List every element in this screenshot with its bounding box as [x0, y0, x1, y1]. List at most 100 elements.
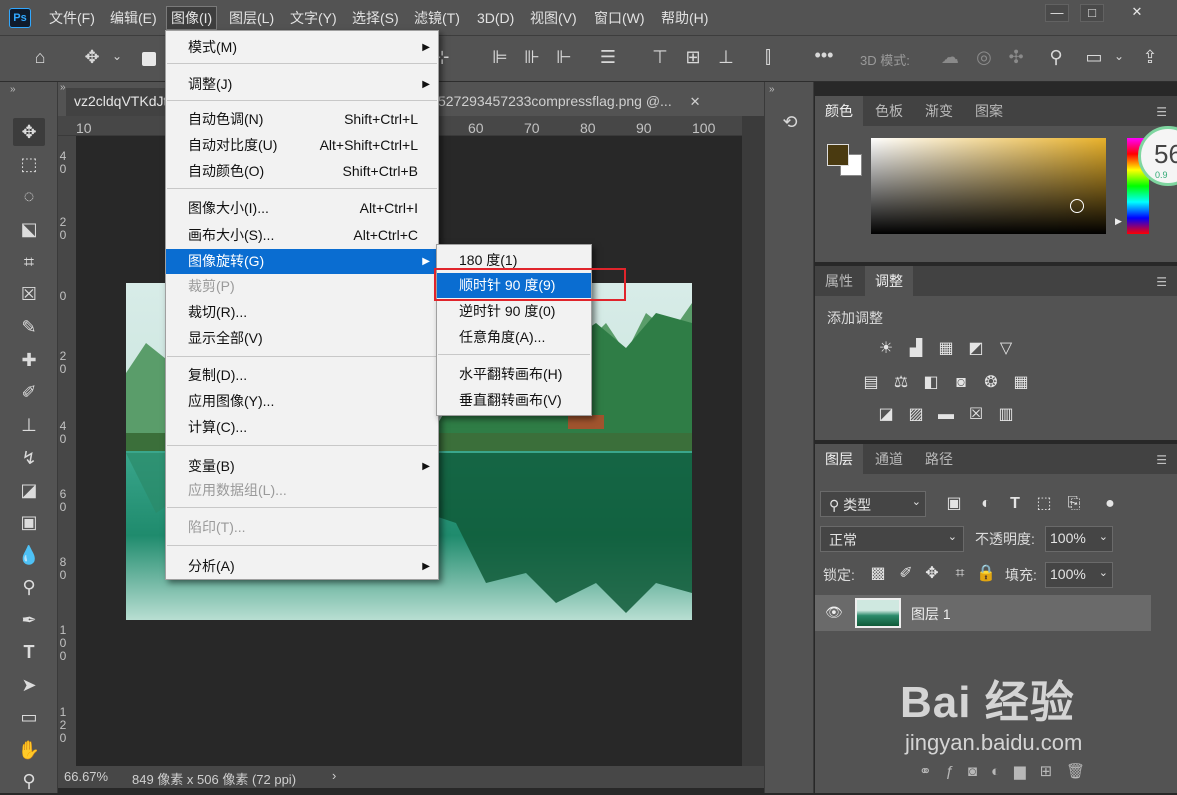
type-tool[interactable]: T [13, 638, 45, 666]
zoom-tool[interactable]: ⚲ [13, 767, 45, 795]
menu-adjust[interactable]: 调整(J) ▶ [166, 72, 438, 97]
color-picker-cursor[interactable] [1070, 199, 1084, 213]
path-select-tool[interactable]: ➤ [13, 671, 45, 699]
menu-trim[interactable]: 裁切(R)... [166, 300, 438, 325]
menu-duplicate[interactable]: 复制(D)... [166, 363, 438, 388]
foreground-swatch[interactable] [827, 144, 849, 166]
tab-swatches[interactable]: 色板 [865, 96, 913, 126]
document-tab-active[interactable]: vz2cldqVTKdJt [66, 88, 176, 116]
threshold-icon[interactable]: ▬ [935, 404, 957, 426]
zoom-level[interactable]: 66.67% [64, 769, 108, 784]
selective-color-icon[interactable]: ☒ [965, 404, 987, 426]
menu-canvas-size[interactable]: 画布大小(S)... Alt+Ctrl+C [166, 223, 438, 248]
posterize-icon[interactable]: ▨ [905, 404, 927, 426]
invert-icon[interactable]: ◪ [875, 404, 897, 426]
menu-filter[interactable]: 滤镜(T) [410, 6, 464, 30]
tab-paths[interactable]: 路径 [915, 444, 963, 474]
gradient-map-icon[interactable]: ▥ [995, 404, 1017, 426]
hue-icon[interactable]: ▤ [860, 372, 882, 394]
tab-color[interactable]: 颜色 [815, 96, 863, 126]
delete-icon[interactable]: 🗑 [1066, 763, 1099, 780]
object-select-tool[interactable]: ⬕ [13, 215, 45, 243]
visibility-eye-icon[interactable]: 👁 [825, 604, 843, 621]
flip-vertical[interactable]: 垂直翻转画布(V) [437, 388, 591, 413]
layer-name[interactable]: 图层 1 [911, 604, 951, 624]
marquee-tool[interactable]: ⬚ [13, 150, 45, 178]
tab-close-icon[interactable]: ✕ [690, 94, 701, 109]
menu-image[interactable]: 图像(I) [166, 6, 218, 30]
menu-analysis[interactable]: 分析(A) ▶ [166, 554, 438, 579]
more-icon[interactable]: ••• [812, 45, 836, 66]
blur-tool[interactable]: 💧 [13, 541, 45, 569]
lock-paint-icon[interactable]: ✐ [895, 563, 917, 585]
photo-filter-icon[interactable]: ◙ [950, 372, 972, 394]
document-tab[interactable]: 527293457233compressflag.png @... ✕ [438, 88, 706, 116]
collapse-icon[interactable]: » [769, 84, 775, 95]
color-lookup-icon[interactable]: ▦ [1010, 372, 1032, 394]
fill-field[interactable]: 100% ⌄ [1045, 562, 1113, 588]
brightness-icon[interactable]: ☀ [875, 338, 897, 360]
menu-auto-contrast[interactable]: 自动对比度(U) Alt+Shift+Ctrl+L [166, 133, 438, 158]
menu-edit[interactable]: 编辑(E) [106, 6, 161, 30]
levels-icon[interactable]: ▟ [905, 338, 927, 360]
slider-handle-icon[interactable]: ▶ [1115, 216, 1122, 227]
move-tool-icon[interactable]: ✥ [80, 47, 104, 68]
filter-type-icon[interactable]: T [1004, 493, 1026, 515]
workspace-icon[interactable]: ▭ [1082, 47, 1106, 68]
align-bottom-icon[interactable]: ⊥ [716, 47, 736, 68]
pen-tool[interactable]: ✒ [13, 606, 45, 634]
panel-menu-icon[interactable]: ☰ [1156, 453, 1167, 467]
home-icon[interactable]: ⌂ [28, 47, 52, 68]
new-layer-icon[interactable]: ⊞ [1040, 763, 1067, 780]
auto-select-checkbox[interactable] [142, 52, 156, 66]
filter-pixel-icon[interactable]: ▣ [943, 493, 965, 515]
rotate-arbitrary[interactable]: 任意角度(A)... [437, 325, 591, 350]
menu-calculations[interactable]: 计算(C)... [166, 415, 438, 440]
layer-row[interactable]: 👁 图层 1 [815, 595, 1151, 631]
eraser-tool[interactable]: ◪ [13, 476, 45, 504]
lock-all-icon[interactable]: 🔒 [975, 563, 997, 585]
move-tool[interactable]: ✥ [13, 118, 45, 146]
gradient-tool[interactable]: ▣ [13, 508, 45, 536]
search-icon[interactable]: ⚲ [1044, 47, 1068, 68]
menu-layer[interactable]: 图层(L) [225, 6, 278, 30]
menu-window[interactable]: 窗口(W) [590, 6, 649, 30]
curves-icon[interactable]: ▦ [935, 338, 957, 360]
menu-reveal-all[interactable]: 显示全部(V) [166, 326, 438, 351]
minimize-button[interactable]: — [1045, 4, 1069, 22]
history-icon[interactable]: ⟲ [778, 112, 802, 136]
filter-shape-icon[interactable]: ⬚ [1033, 493, 1055, 515]
align-left-icon[interactable]: ⊫ [490, 47, 510, 68]
lock-transparent-icon[interactable]: ▩ [867, 563, 889, 585]
opacity-field[interactable]: 100% ⌄ [1045, 526, 1113, 552]
menu-auto-tone[interactable]: 自动色调(N) Shift+Ctrl+L [166, 107, 438, 132]
menu-file[interactable]: 文件(F) [45, 6, 99, 30]
tab-channels[interactable]: 通道 [865, 444, 913, 474]
history-brush-tool[interactable]: ↯ [13, 444, 45, 472]
collapse-icon[interactable]: » [60, 82, 66, 93]
fx-icon[interactable]: ƒ [946, 763, 968, 780]
mask-icon[interactable]: ◙ [968, 763, 991, 780]
exposure-icon[interactable]: ◩ [965, 338, 987, 360]
maximize-button[interactable]: □ [1080, 4, 1104, 22]
menu-mode[interactable]: 模式(M) ▶ [166, 35, 438, 60]
tab-properties[interactable]: 属性 [815, 266, 863, 296]
close-button[interactable]: ✕ [1125, 4, 1149, 22]
workspace-chevron-icon[interactable]: ⌄ [1112, 49, 1126, 63]
menu-help[interactable]: 帮助(H) [657, 6, 712, 30]
panel-menu-icon[interactable]: ☰ [1156, 275, 1167, 289]
tab-adjustments[interactable]: 调整 [865, 266, 913, 296]
healing-brush-tool[interactable]: ✚ [13, 346, 45, 374]
filter-adjust-icon[interactable]: ◐ [975, 493, 997, 515]
eyedropper-tool[interactable]: ✎ [13, 313, 45, 341]
vibrance-icon[interactable]: ▽ [995, 338, 1017, 360]
lock-artboard-icon[interactable]: ⌗ [949, 563, 971, 585]
blend-mode-dropdown[interactable]: 正常 ⌄ [820, 526, 964, 552]
menu-image-rotation[interactable]: 图像旋转(G) ▶ [166, 249, 438, 274]
menu-3d[interactable]: 3D(D) [473, 6, 518, 30]
filter-smart-icon[interactable]: ⎘ [1063, 493, 1085, 515]
lasso-tool[interactable]: ◌ [13, 182, 45, 210]
group-icon[interactable]: ▆ [1014, 763, 1040, 780]
menu-auto-color[interactable]: 自动颜色(O) Shift+Ctrl+B [166, 159, 438, 184]
color-field[interactable] [871, 138, 1106, 234]
